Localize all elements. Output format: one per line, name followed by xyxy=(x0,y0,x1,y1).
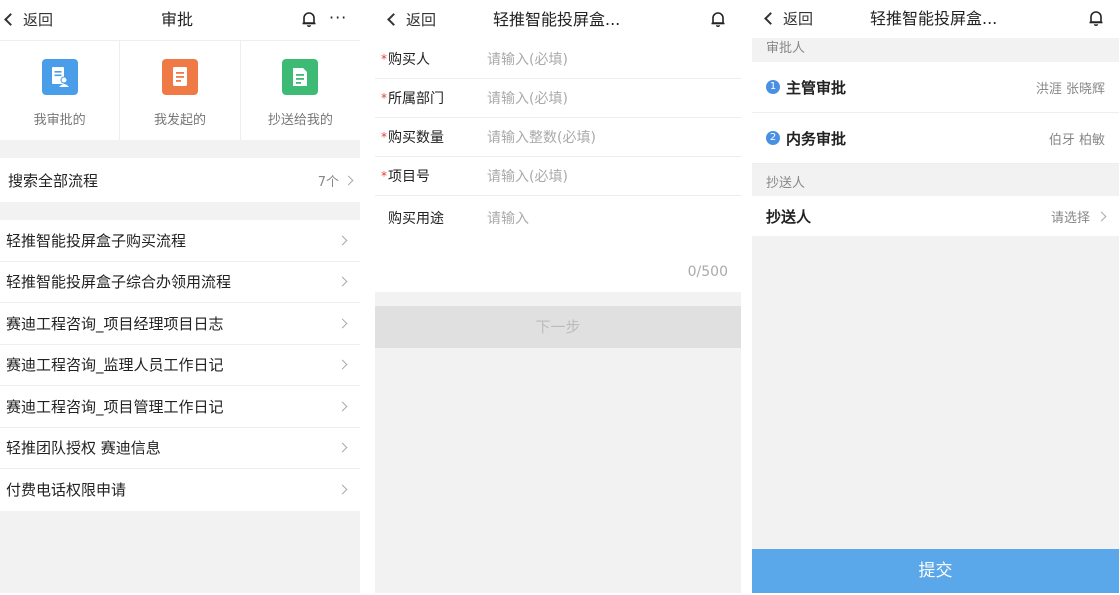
field-project-number[interactable]: * 项目号 请输入(必填) xyxy=(375,157,741,196)
approval-home-screen: 返回 审批 ··· 我审批的 我发起的 抄送给我的 搜索全部流程 7个 轻推智能… xyxy=(0,0,360,593)
search-label: 搜索全部流程 xyxy=(8,171,99,190)
back-button[interactable]: 返回 xyxy=(764,0,814,38)
shortcut-label: 我发起的 xyxy=(153,113,206,128)
header: 返回 审批 ··· xyxy=(0,0,360,40)
search-all-flows[interactable]: 搜索全部流程 7个 xyxy=(0,158,360,202)
approver-row[interactable]: 2 内务审批 伯牙 柏敏 xyxy=(752,113,1119,164)
cc-section-header: 抄送人 xyxy=(766,176,806,191)
bell-icon[interactable] xyxy=(301,11,317,27)
list-item[interactable]: 赛迪工程咨询_项目经理项目日志 xyxy=(0,303,360,345)
chevron-left-icon xyxy=(764,12,777,25)
shortcut-label: 抄送给我的 xyxy=(267,113,333,128)
cc-choose-text: 请选择 xyxy=(1050,210,1090,226)
flow-name: 付费电话权限申请 xyxy=(6,481,127,500)
page-title: 轻推智能投屏盒... xyxy=(870,9,998,28)
bell-icon[interactable] xyxy=(1088,10,1104,26)
back-button[interactable]: 返回 xyxy=(4,0,54,40)
list-item[interactable]: 轻推智能投屏盒子购买流程 xyxy=(0,220,360,262)
approver-people: 伯牙 柏敏 xyxy=(1048,132,1105,148)
required-mark: * xyxy=(381,169,387,183)
list-item[interactable]: 赛迪工程咨询_监理人员工作日记 xyxy=(0,345,360,386)
purchase-form: * 购买人 请输入(必填) * 所属部门 请输入(必填) * 购买数量 请输入整… xyxy=(375,40,741,292)
back-label: 返回 xyxy=(23,11,54,29)
document-icon xyxy=(161,59,198,95)
field-purpose[interactable]: 购买用途 请输入 0/500 xyxy=(375,196,741,292)
approve-person-icon xyxy=(41,59,78,95)
flow-name: 赛迪工程咨询_项目经理项目日志 xyxy=(6,314,224,333)
field-buyer[interactable]: * 购买人 请输入(必填) xyxy=(375,40,741,79)
field-label: 所属部门 xyxy=(388,91,444,107)
flow-name: 轻推智能投屏盒子购买流程 xyxy=(6,231,187,250)
chevron-right-icon xyxy=(337,442,348,453)
header: 返回 轻推智能投屏盒... xyxy=(375,0,741,40)
project-number-input[interactable]: 请输入(必填) xyxy=(487,166,568,186)
approvers-section-header: 审批人 xyxy=(766,41,806,56)
flow-name: 轻推团队授权 赛迪信息 xyxy=(6,439,161,458)
flow-name: 轻推智能投屏盒子综合办领用流程 xyxy=(6,273,232,292)
required-mark: * xyxy=(381,91,387,105)
next-step-button[interactable]: 下一步 xyxy=(375,306,741,348)
required-mark: * xyxy=(381,130,387,144)
back-button[interactable]: 返回 xyxy=(387,0,437,40)
flow-name: 赛迪工程咨询_项目管理工作日记 xyxy=(6,397,224,416)
shortcut-cc-to-me[interactable]: 抄送给我的 xyxy=(241,41,360,140)
field-quantity[interactable]: * 购买数量 请输入整数(必填) xyxy=(375,118,741,157)
shortcut-my-initiated[interactable]: 我发起的 xyxy=(120,41,241,140)
page-title: 审批 xyxy=(161,10,194,29)
approver-people: 洪涯 张晓辉 xyxy=(1035,81,1105,97)
quantity-input[interactable]: 请输入整数(必填) xyxy=(487,127,596,147)
chevron-right-icon xyxy=(337,484,348,495)
approver-screen: 返回 轻推智能投屏盒... 审批人 1 主管审批 洪涯 张晓辉 2 内务审批 伯… xyxy=(752,0,1119,593)
flow-name: 赛迪工程咨询_监理人员工作日记 xyxy=(6,356,224,375)
field-label: 购买数量 xyxy=(388,130,444,146)
chevron-right-icon xyxy=(337,359,348,370)
chevron-right-icon xyxy=(337,318,348,329)
bell-icon[interactable] xyxy=(710,11,726,27)
list-item[interactable]: 付费电话权限申请 xyxy=(0,469,360,511)
shortcut-label: 我审批的 xyxy=(33,113,86,128)
step-number-badge: 1 xyxy=(766,80,780,94)
char-counter: 0/500 xyxy=(687,264,728,280)
step-number-badge: 2 xyxy=(766,131,780,145)
shortcut-my-approvals[interactable]: 我审批的 xyxy=(0,41,121,140)
field-label: 项目号 xyxy=(388,169,430,185)
chevron-left-icon xyxy=(4,13,17,26)
cc-label: 抄送人 xyxy=(766,207,812,226)
flow-list: 轻推智能投屏盒子购买流程 轻推智能投屏盒子综合办领用流程 赛迪工程咨询_项目经理… xyxy=(0,220,360,511)
header: 返回 轻推智能投屏盒... xyxy=(752,0,1119,38)
page-title: 轻推智能投屏盒... xyxy=(493,10,621,29)
list-item[interactable]: 轻推智能投屏盒子综合办领用流程 xyxy=(0,262,360,303)
purchase-form-screen: 返回 轻推智能投屏盒... * 购买人 请输入(必填) * 所属部门 请输入(必… xyxy=(375,0,741,593)
field-label: 购买用途 xyxy=(388,211,444,227)
buyer-input[interactable]: 请输入(必填) xyxy=(487,49,568,69)
chevron-right-icon xyxy=(337,235,348,246)
flow-count: 7个 xyxy=(317,174,339,190)
approver-step-name: 主管审批 xyxy=(786,78,847,97)
submit-button[interactable]: 提交 xyxy=(752,549,1119,593)
chevron-right-icon xyxy=(337,401,348,412)
more-menu-button[interactable]: ··· xyxy=(329,8,347,28)
back-label: 返回 xyxy=(406,11,437,29)
field-department[interactable]: * 所属部门 请输入(必填) xyxy=(375,79,741,118)
required-mark: * xyxy=(381,52,387,66)
purpose-textarea[interactable]: 请输入 xyxy=(487,208,529,228)
shortcut-grid: 我审批的 我发起的 抄送给我的 xyxy=(0,40,360,140)
document-copy-icon xyxy=(282,59,319,95)
back-label: 返回 xyxy=(783,10,814,28)
list-item[interactable]: 轻推团队授权 赛迪信息 xyxy=(0,428,360,469)
department-input[interactable]: 请输入(必填) xyxy=(487,88,568,108)
chevron-right-icon xyxy=(343,175,354,185)
chevron-right-icon xyxy=(1096,211,1107,221)
approver-row[interactable]: 1 主管审批 洪涯 张晓辉 xyxy=(752,62,1119,113)
chevron-left-icon xyxy=(387,13,400,26)
list-item[interactable]: 赛迪工程咨询_项目管理工作日记 xyxy=(0,386,360,428)
cc-picker-row[interactable]: 抄送人 请选择 xyxy=(752,196,1119,236)
chevron-right-icon xyxy=(337,276,348,287)
field-label: 购买人 xyxy=(388,52,430,68)
approver-step-name: 内务审批 xyxy=(786,129,847,148)
